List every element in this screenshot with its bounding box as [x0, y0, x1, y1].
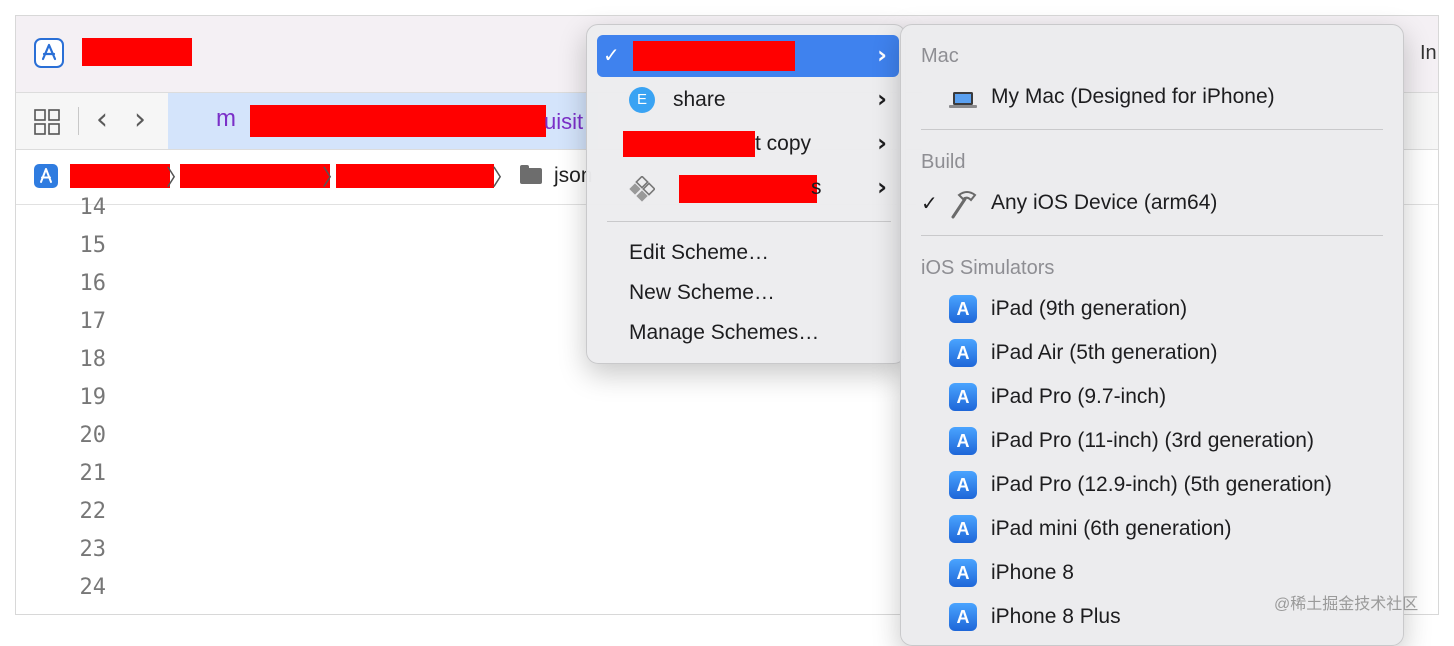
device-any-ios[interactable]: Any iOS Device (arm64)	[991, 191, 1217, 215]
menu-separator	[921, 129, 1383, 130]
chevron-right-icon: ›	[877, 41, 887, 69]
watermark: @稀土掘金技术社区	[1274, 596, 1419, 613]
edit-scheme-item[interactable]: Edit Scheme…	[629, 241, 769, 265]
folder-icon	[520, 165, 542, 184]
simulator-icon: A	[949, 427, 977, 455]
line-number: 24	[79, 575, 107, 600]
divider	[78, 107, 79, 135]
tab-title-fragment: uisit	[544, 109, 584, 134]
scheme-item-4[interactable]: s ›	[597, 167, 899, 209]
line-number: 23	[79, 537, 107, 562]
manage-schemes-item[interactable]: Manage Schemes…	[629, 321, 819, 345]
scheme-item-label: t copy	[755, 132, 812, 155]
simulator-item[interactable]: iPad Pro (11-inch) (3rd generation)	[991, 429, 1314, 453]
simulator-item[interactable]: iPad Pro (9.7-inch)	[991, 385, 1166, 409]
scheme-item-label: share	[673, 88, 726, 111]
redacted-crumb-1[interactable]	[70, 164, 170, 188]
objc-file-icon: m	[216, 105, 236, 132]
checkmark-icon: ✓	[921, 191, 938, 215]
grid-icon[interactable]	[34, 109, 60, 135]
redacted-scheme-name	[633, 41, 795, 71]
simulator-icon: A	[949, 383, 977, 411]
chevron-right-icon: ›	[877, 173, 887, 201]
redacted-project-name	[82, 38, 192, 66]
line-number: 15	[79, 233, 107, 258]
simulator-icon: A	[949, 603, 977, 631]
line-number: 14	[79, 195, 107, 220]
laptop-icon	[949, 92, 977, 108]
scheme-item-label: s	[811, 176, 822, 199]
scheme-menu: ✓ › E share › t copy › s › Edit Scheme… …	[586, 24, 906, 364]
simulator-item[interactable]: iPad Air (5th generation)	[991, 341, 1217, 365]
toolbar-right-text: In	[1420, 42, 1437, 64]
menu-separator	[921, 235, 1383, 236]
chevron-right-icon: ›	[877, 85, 887, 113]
app-store-icon[interactable]	[34, 38, 64, 68]
scheme-item-copy[interactable]: t copy ›	[597, 123, 899, 165]
simulator-icon: A	[949, 471, 977, 499]
redacted-tab-title	[250, 105, 546, 137]
checkmark-icon: ✓	[603, 43, 620, 67]
redacted-scheme-name	[679, 175, 817, 203]
crumb-separator-icon: 〉	[492, 165, 515, 190]
line-number: 21	[79, 461, 107, 486]
section-header-mac: Mac	[921, 45, 959, 67]
new-scheme-item[interactable]: New Scheme…	[629, 281, 775, 305]
hammer-icon	[951, 191, 977, 219]
line-number: 20	[79, 423, 107, 448]
simulator-icon: A	[949, 295, 977, 323]
device-my-mac[interactable]: My Mac (Designed for iPhone)	[991, 85, 1275, 109]
line-number: 22	[79, 499, 107, 524]
simulator-item[interactable]: iPhone 8	[991, 561, 1074, 585]
section-header-build: Build	[921, 151, 966, 173]
simulator-item[interactable]: iPad (9th generation)	[991, 297, 1187, 321]
chevron-right-icon: ›	[877, 129, 887, 157]
scheme-item-selected[interactable]: ✓ ›	[597, 35, 899, 77]
destination-menu: Mac My Mac (Designed for iPhone) Build ✓…	[900, 24, 1404, 646]
simulator-item[interactable]: iPad mini (6th generation)	[991, 517, 1231, 541]
line-number: 16	[79, 271, 107, 296]
target-diamond-icon	[629, 176, 655, 202]
redacted-scheme-name	[623, 131, 755, 157]
simulator-item[interactable]: iPhone 8 Plus	[991, 605, 1121, 629]
back-chevron-icon[interactable]: ‹	[96, 103, 108, 137]
extension-badge-icon: E	[629, 87, 655, 113]
project-icon[interactable]	[34, 164, 58, 188]
redacted-crumb-2[interactable]	[180, 164, 330, 188]
line-number: 18	[79, 347, 107, 372]
line-number: 19	[79, 385, 107, 410]
section-header-simulators: iOS Simulators	[921, 257, 1055, 279]
simulator-icon: A	[949, 515, 977, 543]
simulator-item[interactable]: iPad Pro (12.9-inch) (5th generation)	[991, 473, 1332, 497]
line-number: 17	[79, 309, 107, 334]
forward-chevron-icon[interactable]: ›	[134, 103, 146, 137]
scheme-item-share[interactable]: E share ›	[597, 79, 899, 121]
redacted-crumb-3[interactable]	[336, 164, 494, 188]
simulator-icon: A	[949, 559, 977, 587]
simulator-icon: A	[949, 339, 977, 367]
menu-separator	[607, 221, 891, 222]
